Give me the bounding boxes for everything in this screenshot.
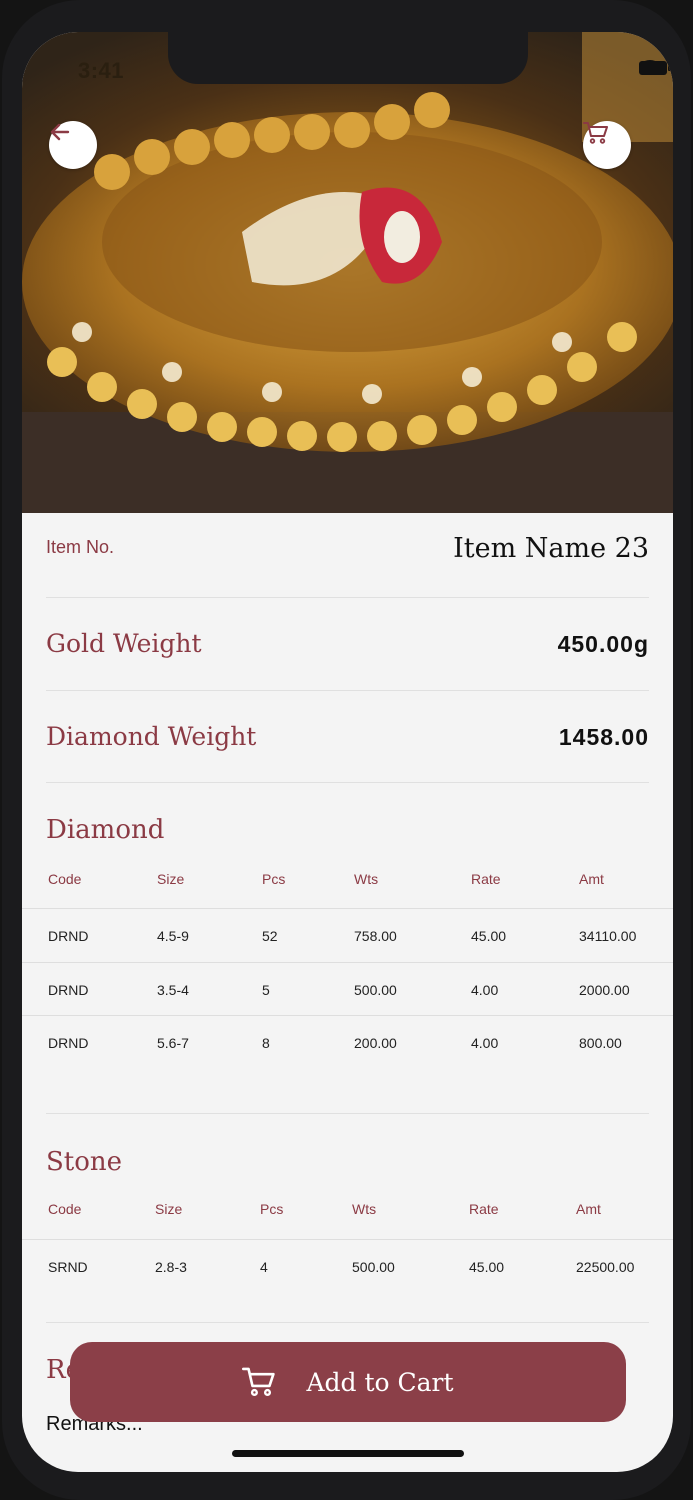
col-rate: Rate <box>471 871 501 887</box>
notch <box>168 32 528 84</box>
row-separator <box>22 962 673 963</box>
diamond-weight-label: Diamond Weight <box>46 722 257 751</box>
cell-pcs: 5 <box>262 982 270 998</box>
screen: 3:41 Item No. Item Name 23 Gold Weight 4… <box>22 32 673 1472</box>
divider <box>46 782 649 783</box>
row-separator <box>22 908 673 909</box>
col-amt: Amt <box>579 871 604 887</box>
product-image: 3:41 <box>22 32 673 513</box>
col-wts: Wts <box>354 871 379 887</box>
divider <box>46 690 649 691</box>
col-code: Code <box>48 871 82 887</box>
cell-rate: 4.00 <box>471 1035 499 1051</box>
divider <box>46 1322 649 1323</box>
gold-weight-label: Gold Weight <box>46 629 202 658</box>
col-amt: Amt <box>576 1201 601 1217</box>
cell-wts: 200.00 <box>354 1035 397 1051</box>
col-wts: Wts <box>352 1201 377 1217</box>
status-time: 3:41 <box>78 58 125 83</box>
cell-amt: 34110.00 <box>579 928 637 944</box>
divider <box>46 597 649 598</box>
arrow-left-icon <box>50 123 70 141</box>
item-name: Item Name 23 <box>453 533 649 564</box>
cell-amt: 800.00 <box>579 1035 622 1051</box>
battery-icon <box>639 61 671 75</box>
col-rate: Rate <box>469 1201 499 1217</box>
col-size: Size <box>155 1201 183 1217</box>
add-to-cart-button[interactable]: Add to Cart <box>70 1342 626 1422</box>
col-code: Code <box>48 1201 82 1217</box>
back-button[interactable] <box>49 121 97 169</box>
cell-wts: 500.00 <box>352 1259 395 1275</box>
cell-size: 5.6-7 <box>157 1035 189 1051</box>
stone-section-title: Stone <box>46 1147 123 1177</box>
col-size: Size <box>157 871 185 887</box>
cell-rate: 45.00 <box>471 928 507 944</box>
col-pcs: Pcs <box>262 871 286 887</box>
cell-pcs: 4 <box>260 1259 268 1275</box>
cell-wts: 758.00 <box>354 928 397 944</box>
cart-icon <box>583 122 608 144</box>
col-pcs: Pcs <box>260 1201 284 1217</box>
cell-wts: 500.00 <box>354 982 397 998</box>
add-to-cart-label: Add to Cart <box>306 1367 454 1397</box>
gold-weight-value: 450.00g <box>557 631 649 657</box>
row-separator <box>22 1239 673 1240</box>
divider <box>46 1113 649 1114</box>
diamond-weight-value: 1458.00 <box>558 724 649 750</box>
cell-code: DRND <box>48 982 89 998</box>
cell-code: DRND <box>48 928 89 944</box>
row-separator <box>22 1015 673 1016</box>
cart-button[interactable] <box>583 121 631 169</box>
cell-size: 2.8-3 <box>155 1259 187 1275</box>
cart-icon <box>242 1367 276 1396</box>
item-no-label: Item No. <box>46 537 115 557</box>
cell-pcs: 8 <box>262 1035 270 1051</box>
cell-size: 4.5-9 <box>157 928 189 944</box>
home-indicator <box>232 1450 464 1457</box>
diamond-section-title: Diamond <box>46 815 165 845</box>
cell-code: SRND <box>48 1259 88 1275</box>
cell-amt: 2000.00 <box>579 982 630 998</box>
cell-rate: 45.00 <box>469 1259 505 1275</box>
necklace-illustration <box>22 32 673 513</box>
cell-pcs: 52 <box>262 928 278 944</box>
cell-size: 3.5-4 <box>157 982 189 998</box>
cell-code: DRND <box>48 1035 89 1051</box>
cell-amt: 22500.00 <box>576 1259 635 1275</box>
cell-rate: 4.00 <box>471 982 499 998</box>
phone-frame: 3:41 Item No. Item Name 23 Gold Weight 4… <box>2 0 691 1500</box>
